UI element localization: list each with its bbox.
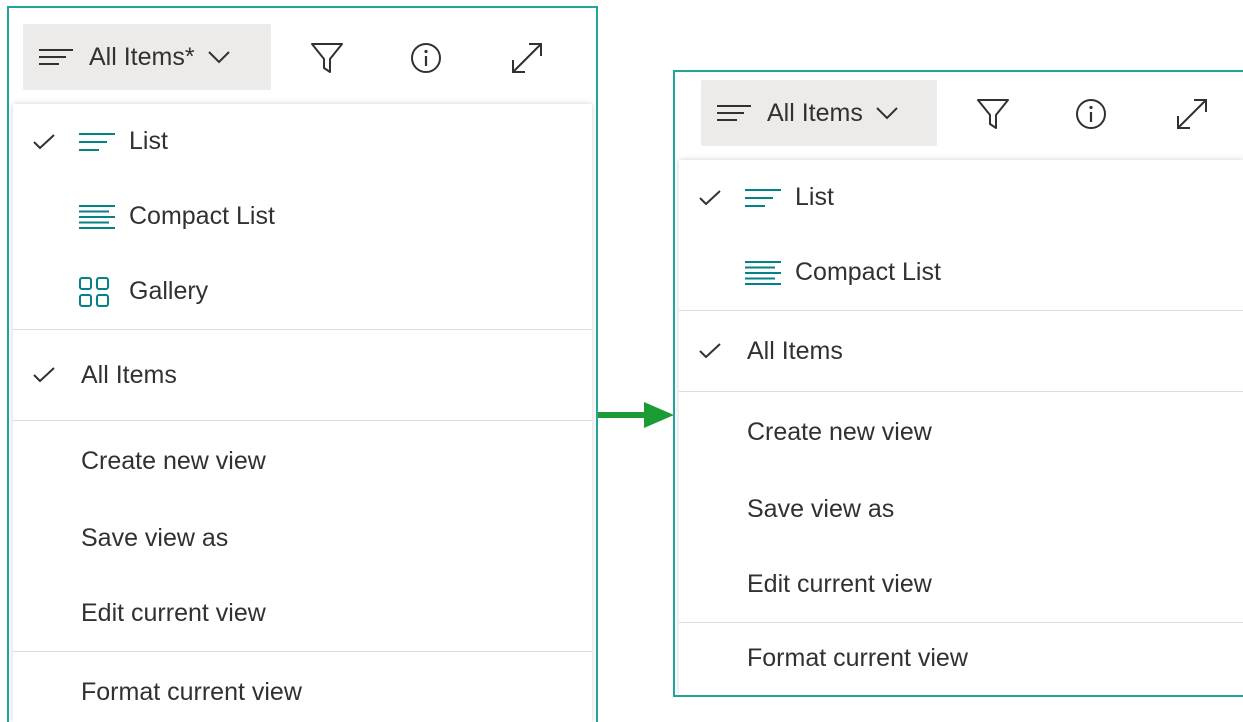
menu-item-label: List (129, 127, 168, 155)
menu-item-edit-current-view[interactable]: Edit current view (679, 547, 1243, 622)
view-dropdown-menu: List Compact List Gallery All Items Crea… (13, 104, 592, 722)
view-switcher-label: All Items (767, 98, 863, 127)
menu-item-create-new-view[interactable]: Create new view (679, 392, 1243, 472)
info-icon[interactable] (1069, 94, 1113, 134)
view-panel-after: All Items List Compact List All Items Cr… (673, 70, 1243, 697)
compact-list-icon (79, 179, 115, 254)
menu-item-view-all-items[interactable]: All Items (13, 330, 592, 420)
menu-item-label: List (795, 183, 834, 211)
menu-item-format-current-view[interactable]: Format current view (13, 652, 592, 722)
menu-item-save-view-as[interactable]: Save view as (13, 501, 592, 576)
menu-item-label: Edit current view (81, 599, 266, 627)
checkmark-icon (33, 104, 55, 179)
list-icon (79, 104, 115, 179)
hamburger-icon (717, 104, 751, 122)
compact-list-icon (745, 235, 781, 310)
menu-item-label: Save view as (747, 495, 895, 523)
command-bar: All Items (675, 72, 1243, 166)
arrow-right-icon (598, 402, 674, 428)
menu-item-label: Format current view (747, 643, 968, 672)
menu-item-list[interactable]: List (679, 160, 1243, 235)
menu-item-format-current-view[interactable]: Format current view (679, 623, 1243, 693)
expand-icon[interactable] (1170, 94, 1214, 134)
menu-item-list[interactable]: List (13, 104, 592, 179)
view-dropdown-menu: List Compact List All Items Create new v… (679, 160, 1243, 695)
menu-item-save-view-as[interactable]: Save view as (679, 472, 1243, 547)
menu-item-label: Format current view (81, 677, 302, 706)
menu-item-gallery[interactable]: Gallery (13, 254, 592, 329)
checkmark-icon (699, 160, 721, 235)
menu-item-label: Save view as (81, 524, 229, 552)
filter-icon[interactable] (305, 38, 349, 78)
expand-icon[interactable] (505, 38, 549, 78)
command-bar: All Items* (9, 8, 596, 102)
menu-item-label: Create new view (81, 446, 266, 475)
gallery-icon (79, 254, 109, 329)
menu-item-compact-list[interactable]: Compact List (13, 179, 592, 254)
menu-item-label: Gallery (129, 277, 209, 305)
menu-item-edit-current-view[interactable]: Edit current view (13, 576, 592, 651)
view-switcher-button[interactable]: All Items* (23, 24, 271, 90)
checkmark-icon (699, 311, 721, 391)
menu-item-label: Edit current view (747, 570, 932, 598)
menu-item-create-new-view[interactable]: Create new view (13, 421, 592, 501)
menu-item-label: Create new view (747, 417, 932, 446)
hamburger-icon (39, 48, 73, 66)
menu-item-label: Compact List (795, 258, 941, 286)
filter-icon[interactable] (971, 94, 1015, 134)
chevron-down-icon (207, 50, 231, 64)
view-panel-before: All Items* List Compact List Gallery All… (7, 6, 598, 722)
chevron-down-icon (875, 106, 899, 120)
view-switcher-button[interactable]: All Items (701, 80, 937, 146)
menu-item-label: All Items (81, 360, 177, 389)
info-icon[interactable] (404, 38, 448, 78)
menu-item-view-all-items[interactable]: All Items (679, 311, 1243, 391)
list-icon (745, 160, 781, 235)
view-switcher-label: All Items* (89, 42, 195, 71)
checkmark-icon (33, 330, 55, 420)
menu-item-compact-list[interactable]: Compact List (679, 235, 1243, 310)
menu-item-label: Compact List (129, 202, 275, 230)
menu-item-label: All Items (747, 336, 843, 365)
